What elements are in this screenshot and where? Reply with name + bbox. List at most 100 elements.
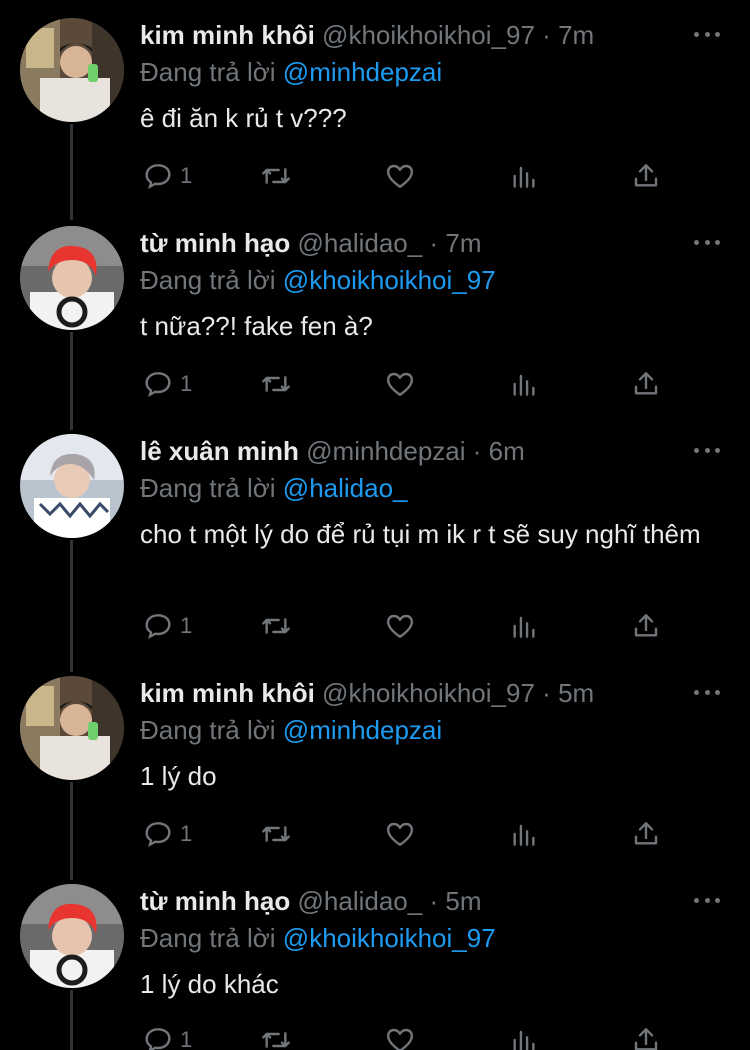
display-name[interactable]: lê xuân minh: [140, 436, 299, 466]
reply-button[interactable]: 1: [142, 816, 192, 852]
reply-count: 1: [180, 1027, 193, 1050]
reply-count: 1: [180, 821, 193, 846]
reply-button[interactable]: 1: [142, 366, 192, 402]
reply-icon: [145, 614, 171, 640]
user-handle[interactable]: @halidao_: [298, 228, 423, 258]
share-button[interactable]: [630, 608, 662, 644]
timestamp[interactable]: 5m: [558, 678, 594, 708]
tweet-actions: 1: [140, 608, 680, 644]
share-icon: [634, 822, 658, 845]
heart-icon: [386, 1028, 414, 1050]
replying-label: Đang trả lời: [140, 715, 276, 745]
share-button[interactable]: [630, 1022, 662, 1050]
more-icon[interactable]: [694, 24, 720, 44]
retweet-button[interactable]: [260, 366, 292, 402]
share-icon: [634, 164, 658, 187]
mention-link[interactable]: @khoikhoikhoi_97: [283, 923, 496, 953]
replying-to: Đang trả lời @minhdepzai: [140, 56, 442, 88]
analytics-icon: [513, 616, 535, 638]
analytics-icon: [513, 374, 535, 396]
retweet-button[interactable]: [260, 608, 292, 644]
user-handle[interactable]: @khoikhoikhoi_97: [322, 678, 535, 708]
avatar[interactable]: [20, 18, 124, 122]
separator-dot: ·: [542, 678, 551, 708]
tweet[interactable]: kim minh khôi @khoikhoikhoi_97 · 7m Đang…: [0, 0, 750, 210]
user-handle[interactable]: @minhdepzai: [306, 436, 465, 466]
reply-count: 1: [180, 371, 193, 396]
avatar[interactable]: [20, 226, 124, 330]
user-handle[interactable]: @halidao_: [298, 886, 423, 916]
retweet-button[interactable]: [260, 1022, 292, 1050]
mention-link[interactable]: @minhdepzai: [283, 57, 442, 87]
display-name[interactable]: từ minh hạo: [140, 228, 290, 258]
mention-link[interactable]: @khoikhoikhoi_97: [283, 265, 496, 295]
tweet-text: cho t một lý do để rủ tụi m ik r t sẽ su…: [140, 519, 701, 549]
reply-icon: [145, 372, 171, 398]
like-button[interactable]: [384, 158, 416, 194]
timestamp[interactable]: 5m: [445, 886, 481, 916]
reply-icon: [145, 164, 171, 190]
avatar[interactable]: [20, 676, 124, 780]
analytics-button[interactable]: [508, 816, 540, 852]
replying-label: Đang trả lời: [140, 473, 276, 503]
replying-label: Đang trả lời: [140, 923, 276, 953]
timestamp[interactable]: 7m: [445, 228, 481, 258]
reply-icon: [145, 822, 171, 848]
share-icon: [634, 372, 658, 395]
separator-dot: ·: [429, 228, 439, 258]
avatar[interactable]: [20, 884, 124, 988]
like-button[interactable]: [384, 608, 416, 644]
mention-link[interactable]: @minhdepzai: [283, 715, 442, 745]
tweet-header: từ minh hạo @halidao_ · 7m: [140, 227, 680, 259]
avatar[interactable]: [20, 434, 124, 538]
retweet-icon: [262, 826, 290, 842]
separator-dot: ·: [472, 436, 482, 466]
retweet-button[interactable]: [260, 158, 292, 194]
reply-button[interactable]: 1: [142, 1022, 192, 1050]
like-button[interactable]: [384, 1022, 416, 1050]
tweet-text: t nữa??! fake fen à?: [140, 311, 373, 341]
tweet-text: ê đi ăn k rủ t v???: [140, 103, 347, 133]
more-icon[interactable]: [694, 890, 720, 910]
analytics-icon: [513, 166, 535, 188]
reply-button[interactable]: 1: [142, 158, 192, 194]
share-button[interactable]: [630, 816, 662, 852]
share-button[interactable]: [630, 158, 662, 194]
user-handle[interactable]: @khoikhoikhoi_97: [322, 20, 535, 50]
tweet[interactable]: lê xuân minh @minhdepzai · 6m Đang trả l…: [0, 416, 750, 666]
more-icon[interactable]: [694, 232, 720, 252]
tweet-header: từ minh hạo @halidao_ · 5m: [140, 885, 680, 917]
tweet[interactable]: từ minh hạo @halidao_ · 7m Đang trả lời …: [0, 208, 750, 418]
reply-count: 1: [180, 163, 193, 188]
display-name[interactable]: kim minh khôi: [140, 20, 315, 50]
tweet-actions: 1: [140, 366, 680, 402]
timestamp[interactable]: 6m: [489, 436, 525, 466]
reply-button[interactable]: 1: [142, 608, 192, 644]
like-button[interactable]: [384, 816, 416, 852]
retweet-icon: [262, 1032, 290, 1048]
tweet-header: kim minh khôi @khoikhoikhoi_97 · 5m: [140, 677, 680, 709]
replying-to: Đang trả lời @khoikhoikhoi_97: [140, 922, 496, 954]
share-button[interactable]: [630, 366, 662, 402]
tweet[interactable]: từ minh hạo @halidao_ · 5m Đang trả lời …: [0, 866, 750, 1050]
analytics-button[interactable]: [508, 608, 540, 644]
more-icon[interactable]: [694, 682, 720, 702]
share-icon: [634, 614, 658, 637]
tweet-header: lê xuân minh @minhdepzai · 6m: [140, 435, 680, 467]
tweet-header: kim minh khôi @khoikhoikhoi_97 · 7m: [140, 19, 680, 51]
analytics-button[interactable]: [508, 158, 540, 194]
timestamp[interactable]: 7m: [558, 20, 594, 50]
retweet-button[interactable]: [260, 816, 292, 852]
tweet-actions: 1: [140, 1022, 680, 1050]
more-icon[interactable]: [694, 440, 720, 460]
display-name[interactable]: từ minh hạo: [140, 886, 290, 916]
heart-icon: [386, 372, 414, 396]
replying-to: Đang trả lời @minhdepzai: [140, 714, 442, 746]
display-name[interactable]: kim minh khôi: [140, 678, 315, 708]
analytics-button[interactable]: [508, 366, 540, 402]
like-button[interactable]: [384, 366, 416, 402]
tweet[interactable]: kim minh khôi @khoikhoikhoi_97 · 5m Đang…: [0, 658, 750, 868]
analytics-button[interactable]: [508, 1022, 540, 1050]
heart-icon: [386, 614, 414, 638]
mention-link[interactable]: @halidao_: [283, 473, 408, 503]
